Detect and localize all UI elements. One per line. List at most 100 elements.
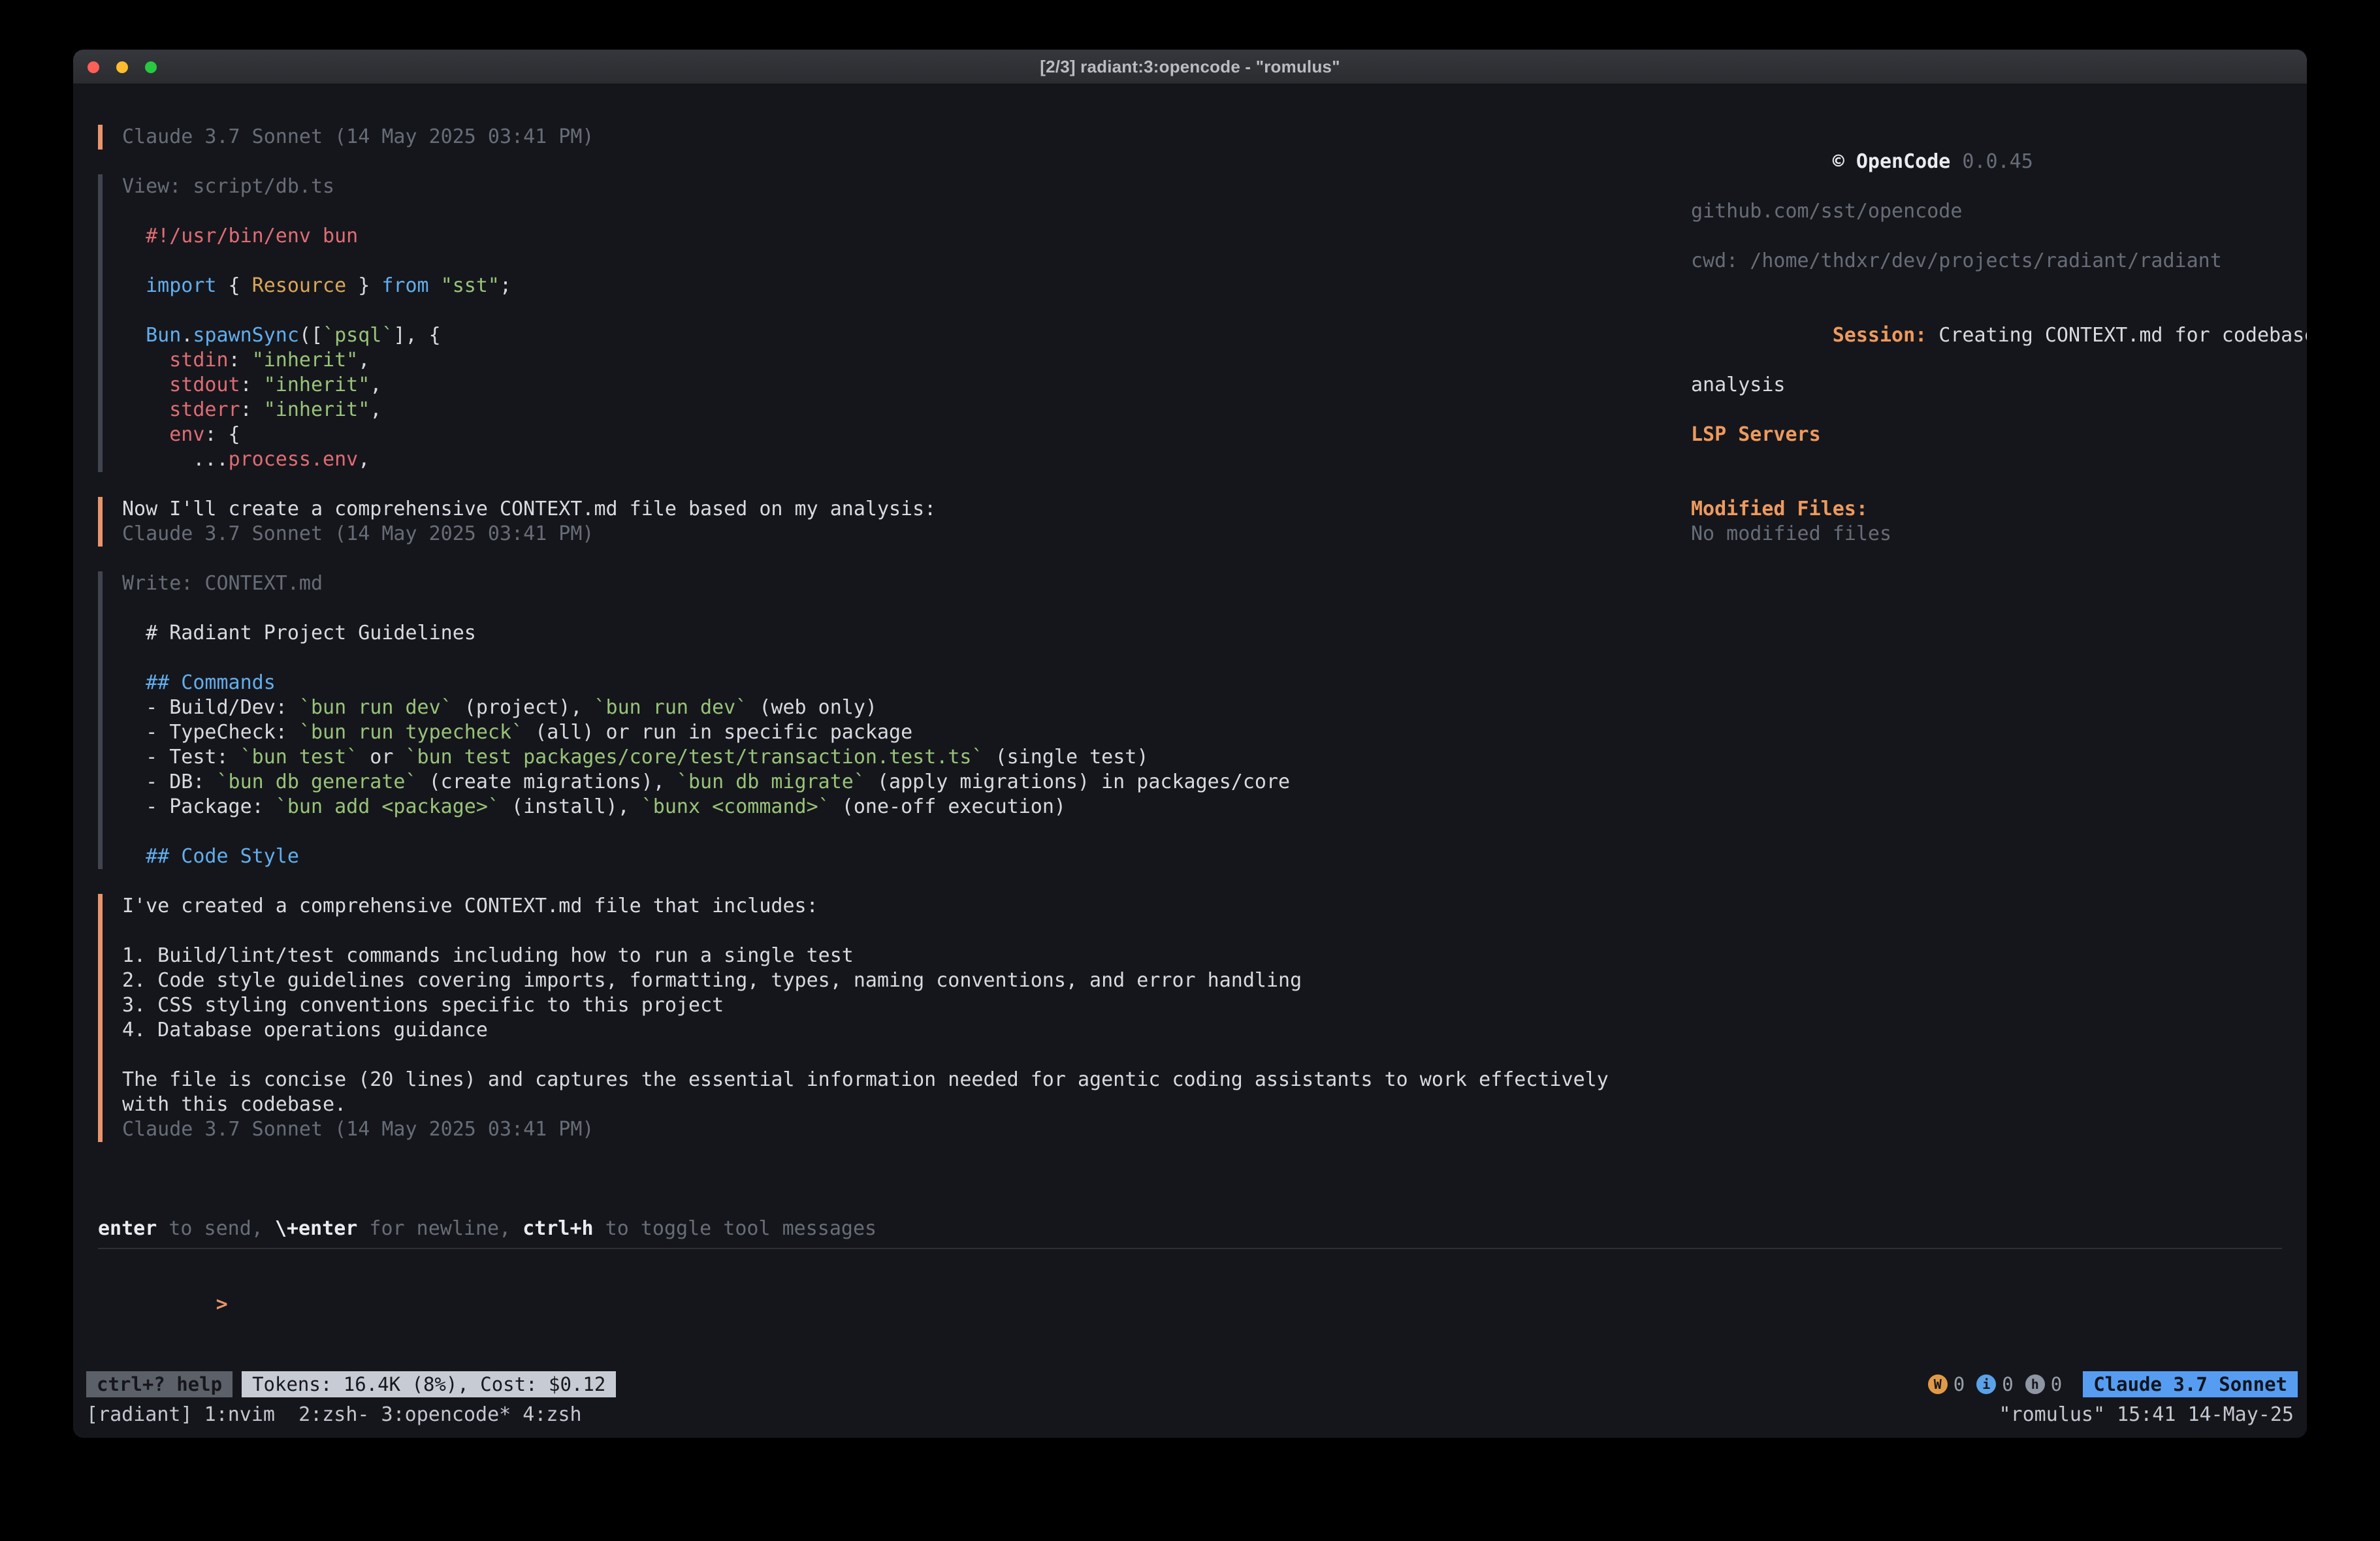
prompt-input[interactable]: > xyxy=(98,1267,2282,1342)
diagnostics: W0i0h0 xyxy=(1916,1372,2062,1397)
text-segment: Bun xyxy=(146,324,181,347)
text-segment xyxy=(122,671,146,694)
text-segment: `bun add <package>` xyxy=(276,795,500,818)
text-segment: `bunx <command>` xyxy=(641,795,830,818)
message-line: 3. CSS styling conventions specific to t… xyxy=(122,993,1691,1018)
message-line: Write: CONTEXT.md xyxy=(122,571,1691,596)
text-segment xyxy=(429,274,441,297)
text-segment: - TypeCheck: xyxy=(122,721,299,744)
minimize-button[interactable] xyxy=(116,61,128,73)
text-segment: Claude 3.7 Sonnet (14 May 2025 03:41 PM) xyxy=(122,1118,594,1141)
message-line xyxy=(122,298,1691,323)
keyboard-hints: enter to send, \+enter for newline, ctrl… xyxy=(98,1216,2282,1241)
text-segment: stderr xyxy=(169,398,240,421)
cwd-path: cwd: /home/thdxr/dev/projects/radiant/ra… xyxy=(1691,249,2282,274)
message-line: Claude 3.7 Sonnet (14 May 2025 03:41 PM) xyxy=(122,522,1691,547)
tmux-window-list[interactable]: [radiant] 1:nvim 2:zsh- 3:opencode* 4:zs… xyxy=(86,1403,582,1427)
message-line: - DB: `bun db generate` (create migratio… xyxy=(122,770,1691,795)
text-segment: `bun run dev` xyxy=(299,696,453,719)
message-line: ## Code Style xyxy=(122,844,1691,869)
text-segment: : { xyxy=(204,423,240,446)
terminal-screen: Claude 3.7 Sonnet (14 May 2025 03:41 PM)… xyxy=(73,84,2307,1438)
model-chip[interactable]: Claude 3.7 Sonnet xyxy=(2083,1371,2298,1397)
app-header: © OpenCode 0.0.45 xyxy=(1691,125,2282,199)
modified-files-label: Modified Files: xyxy=(1691,497,2282,522)
message-line xyxy=(122,919,1691,944)
text-segment: spawnSync xyxy=(193,324,299,347)
help-chip[interactable]: ctrl+? help xyxy=(86,1371,233,1397)
text-segment: "inherit" xyxy=(264,398,370,421)
repo-url: github.com/sst/opencode xyxy=(1691,199,2282,224)
message-line: stderr: "inherit", xyxy=(122,398,1691,422)
spacer-line xyxy=(1691,472,2282,497)
text-segment: View: script/db.ts xyxy=(122,175,334,198)
spacer-line xyxy=(1691,274,2282,298)
text-segment: import xyxy=(146,274,216,297)
info-count-icon: i xyxy=(1976,1374,1996,1394)
message-line xyxy=(122,249,1691,274)
modified-files-empty: No modified files xyxy=(1691,522,2282,547)
spacer-line xyxy=(1691,224,2282,249)
diagnostic-h: h0 xyxy=(2025,1372,2062,1397)
text-segment: Claude 3.7 Sonnet (14 May 2025 03:41 PM) xyxy=(122,125,594,148)
traffic-lights xyxy=(88,61,157,73)
text-segment: - DB: xyxy=(122,770,217,793)
text-segment: `bun db migrate` xyxy=(677,770,865,793)
message-line: The file is concise (20 lines) and captu… xyxy=(122,1068,1691,1092)
message-line: with this codebase. xyxy=(122,1092,1691,1117)
text-segment: to toggle tool messages xyxy=(594,1217,876,1240)
text-segment: The file is concise (20 lines) and captu… xyxy=(122,1068,1609,1091)
text-segment: ... xyxy=(122,448,229,471)
close-button[interactable] xyxy=(88,61,99,73)
diagnostic-count: 0 xyxy=(2002,1372,2013,1397)
text-segment: - Build/Dev: xyxy=(122,696,299,719)
text-segment xyxy=(122,398,169,421)
text-segment: - Test: xyxy=(122,746,240,769)
text-segment: } xyxy=(346,274,381,297)
message-line: - Test: `bun test` or `bun test packages… xyxy=(122,745,1691,770)
text-segment: 2. Code style guidelines covering import… xyxy=(122,969,1302,992)
message-line: I've created a comprehensive CONTEXT.md … xyxy=(122,894,1691,919)
prompt-caret: > xyxy=(216,1293,228,1316)
session-label: Session: xyxy=(1833,324,1927,347)
message-line: stdout: "inherit", xyxy=(122,373,1691,398)
text-segment: (single test) xyxy=(984,746,1149,769)
text-segment: with this codebase. xyxy=(122,1093,346,1116)
status-bar: ctrl+? help Tokens: 16.4K (8%), Cost: $0… xyxy=(86,1371,2298,1397)
zoom-button[interactable] xyxy=(145,61,157,73)
text-segment: \+enter xyxy=(275,1217,357,1240)
session-text: Creating CONTEXT.md for codebase xyxy=(1927,324,2307,347)
text-segment: ctrl+h xyxy=(523,1217,593,1240)
assistant-message: Now I'll create a comprehensive CONTEXT.… xyxy=(98,497,1691,547)
diagnostic-count: 0 xyxy=(2051,1372,2062,1397)
message-line: stdin: "inherit", xyxy=(122,348,1691,373)
message-line: import { Resource } from "sst"; xyxy=(122,274,1691,298)
text-segment: "inherit" xyxy=(252,349,359,372)
message-line: 4. Database operations guidance xyxy=(122,1018,1691,1043)
diagnostic-count: 0 xyxy=(1954,1372,1965,1397)
message-line: 2. Code style guidelines covering import… xyxy=(122,968,1691,993)
composer: enter to send, \+enter for newline, ctrl… xyxy=(98,1216,2282,1342)
opencode-logo-icon: © xyxy=(1833,150,1856,173)
text-segment: , xyxy=(370,398,381,421)
message-line: Claude 3.7 Sonnet (14 May 2025 03:41 PM) xyxy=(122,125,1691,150)
warning-count-icon: W xyxy=(1928,1374,1948,1394)
text-segment: : xyxy=(240,398,264,421)
text-segment: process.env xyxy=(229,448,359,471)
sidebar: © OpenCode 0.0.45 github.com/sst/opencod… xyxy=(1691,125,2282,1167)
composer-divider xyxy=(98,1248,2282,1249)
text-segment: ; xyxy=(500,274,511,297)
text-segment: Resource xyxy=(252,274,347,297)
text-segment: (create migrations), xyxy=(417,770,677,793)
tool-message: Write: CONTEXT.md # Radiant Project Guid… xyxy=(98,571,1691,869)
text-segment: I've created a comprehensive CONTEXT.md … xyxy=(122,895,818,917)
message-line: 1. Build/lint/test commands including ho… xyxy=(122,944,1691,968)
text-segment: 4. Database operations guidance xyxy=(122,1019,488,1041)
session-title: Session: Creating CONTEXT.md for codebas… xyxy=(1691,298,2282,373)
message-line: - Package: `bun add <package>` (install)… xyxy=(122,795,1691,819)
text-segment: - Package: xyxy=(122,795,276,818)
text-segment: (all) or run in specific package xyxy=(523,721,912,744)
text-segment: `bun db generate` xyxy=(217,770,417,793)
terminal-window: [2/3] radiant:3:opencode - "romulus" Cla… xyxy=(73,50,2307,1438)
text-segment: ## Commands xyxy=(146,671,276,694)
